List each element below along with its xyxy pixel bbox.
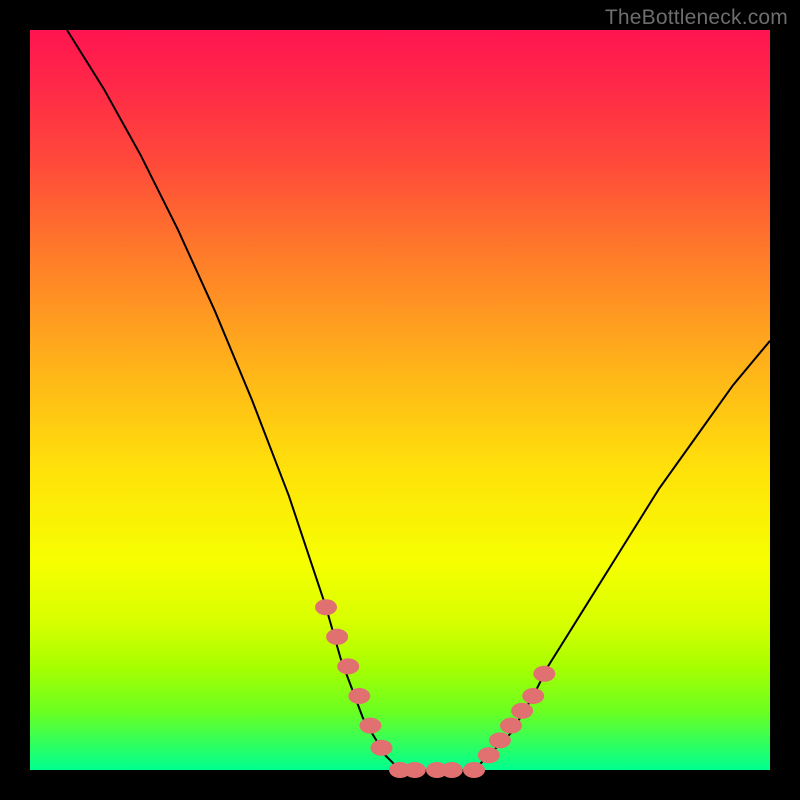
bottleneck-curve [67,30,770,770]
marker-point [348,688,370,704]
marker-point [337,658,359,674]
marker-point [326,629,348,645]
marker-point [371,740,393,756]
marker-point [533,666,555,682]
marker-point [478,747,500,763]
marker-point [500,718,522,734]
marker-point [359,718,381,734]
marker-point [511,703,533,719]
plot-area [30,30,770,770]
watermark-text: TheBottleneck.com [605,6,788,30]
marker-point [489,732,511,748]
marker-point [315,599,337,615]
chart-svg [30,30,770,770]
marker-point [441,762,463,778]
chart-stage: TheBottleneck.com [0,0,800,800]
marker-point [404,762,426,778]
marker-point [463,762,485,778]
marker-point [522,688,544,704]
